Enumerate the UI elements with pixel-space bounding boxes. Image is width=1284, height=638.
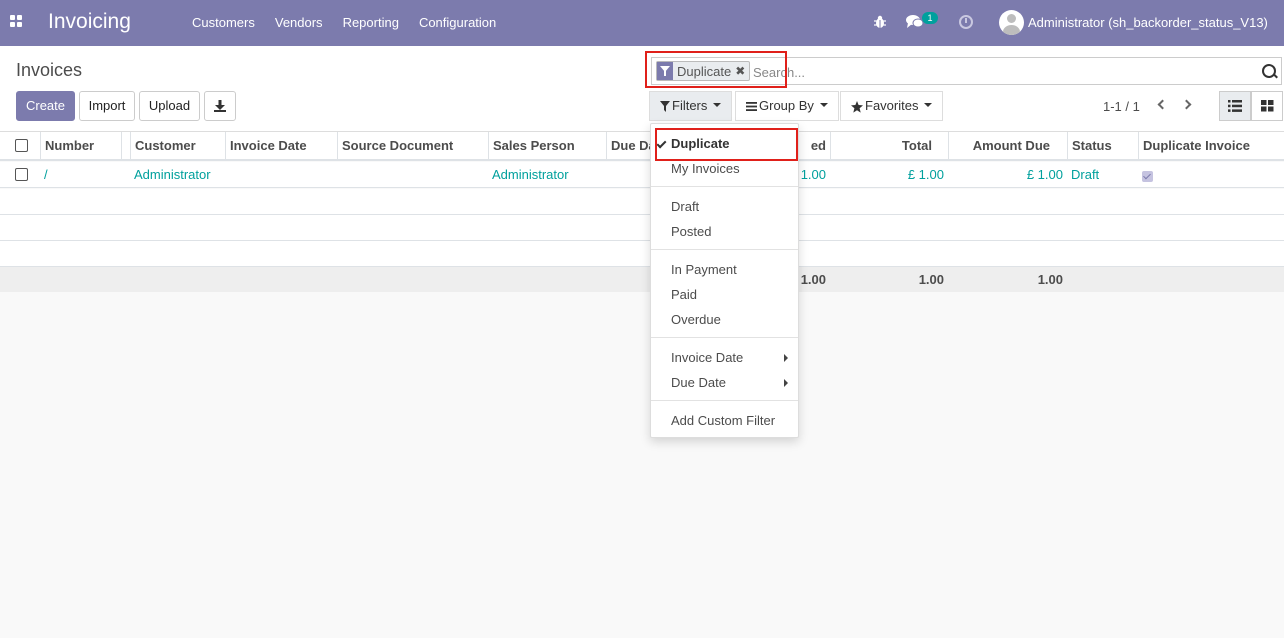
filters-label: Filters [672, 98, 708, 113]
column-duplicate-invoice[interactable]: Duplicate Invoice [1138, 132, 1284, 160]
empty-row [0, 215, 1284, 241]
favorites-button[interactable]: Favorites [840, 91, 944, 121]
filter-paid[interactable]: Paid [651, 282, 798, 307]
menu-vendors[interactable]: Vendors [265, 0, 333, 46]
pager-value[interactable]: 1-1 / 1 [1103, 99, 1140, 114]
list-view-icon [1228, 100, 1242, 112]
filter-due-date[interactable]: Due Date [651, 370, 798, 395]
main-menu: Customers Vendors Reporting Configuratio… [182, 0, 506, 46]
pager-next-button[interactable] [1181, 98, 1197, 114]
menu-customers[interactable]: Customers [182, 0, 265, 46]
table-header: Number Customer Invoice Date Source Docu… [0, 132, 1284, 161]
cell-status: Draft [1071, 167, 1100, 182]
footer-amount-due: 1.00 [1037, 272, 1063, 287]
filter-posted[interactable]: Posted [651, 219, 798, 244]
cell-customer[interactable]: Administrator [130, 162, 215, 188]
column-status[interactable]: Status [1067, 132, 1139, 160]
dropdown-divider [651, 337, 798, 338]
groupby-button[interactable]: Group By [735, 91, 839, 121]
filter-duplicate[interactable]: Duplicate [651, 131, 798, 156]
dropdown-divider [651, 186, 798, 187]
facet-label: Duplicate [677, 63, 732, 79]
download-button[interactable] [204, 91, 236, 121]
apps-menu-icon[interactable] [10, 15, 24, 29]
row-select-checkbox[interactable] [15, 168, 28, 181]
filter-label: Due Date [671, 375, 726, 390]
favorites-label: Favorites [865, 98, 919, 113]
search-icon[interactable] [1262, 64, 1276, 78]
duplicate-checkbox [1142, 171, 1153, 182]
pager-previous-button[interactable] [1153, 98, 1169, 114]
kanban-view-button[interactable] [1251, 91, 1283, 121]
filter-my-invoices[interactable]: My Invoices [651, 156, 798, 181]
filter-icon [657, 62, 673, 80]
filter-overdue[interactable]: Overdue [651, 307, 798, 332]
dropdown-divider [651, 400, 798, 401]
facet-remove-icon[interactable]: ✖ [735, 64, 749, 78]
column-invoice-date[interactable]: Invoice Date [225, 132, 337, 160]
chevron-left-icon [1157, 99, 1168, 110]
checkmark-icon [656, 138, 667, 149]
top-navbar: Invoicing Customers Vendors Reporting Co… [0, 0, 1284, 46]
upload-button[interactable]: Upload [139, 91, 200, 121]
breadcrumb: Invoices [16, 60, 83, 80]
filter-in-payment[interactable]: In Payment [651, 257, 798, 282]
user-menu[interactable]: Administrator (sh_backorder_status_V13) [1028, 15, 1268, 30]
footer-total: 1.00 [918, 272, 944, 287]
filter-label: Duplicate [671, 136, 730, 151]
filter-icon [660, 101, 670, 113]
column-due-date[interactable]: Due Da [606, 132, 650, 160]
chevron-right-icon [1181, 99, 1192, 110]
column-total[interactable]: Total [830, 132, 936, 160]
search-input[interactable] [753, 62, 1253, 82]
menu-configuration[interactable]: Configuration [409, 0, 506, 46]
chevron-down-icon [924, 102, 933, 107]
cell-number[interactable]: / [40, 162, 52, 188]
dropdown-divider [651, 249, 798, 250]
filters-button[interactable]: Filters [649, 91, 733, 121]
filter-draft[interactable]: Draft [651, 194, 798, 219]
add-custom-filter[interactable]: Add Custom Filter [651, 408, 798, 433]
chat-counter-badge: 1 [922, 12, 938, 24]
star-icon [851, 100, 863, 113]
column-sales-person[interactable]: Sales Person [488, 132, 606, 160]
column-amount-due[interactable]: Amount Due [948, 132, 1054, 160]
search-bar: Duplicate ✖ [651, 57, 1282, 85]
column-source-document[interactable]: Source Document [337, 132, 488, 160]
app-title: Invoicing [48, 10, 131, 33]
column-customer[interactable]: Customer [130, 132, 225, 160]
chevron-down-icon [819, 102, 828, 107]
groupby-label: Group By [759, 98, 814, 113]
user-avatar[interactable] [999, 10, 1024, 35]
download-icon [214, 100, 226, 112]
import-button[interactable]: Import [79, 91, 135, 121]
search-facet-duplicate: Duplicate ✖ [656, 61, 751, 81]
filter-label: Invoice Date [671, 350, 744, 365]
caret-right-icon [784, 379, 788, 387]
table-footer-totals: 1.00 1.00 1.00 [0, 267, 1284, 292]
chevron-down-icon [713, 102, 722, 107]
cell-sales-person[interactable]: Administrator [488, 162, 573, 188]
empty-row [0, 189, 1284, 215]
kanban-view-icon [1261, 100, 1274, 112]
select-all-checkbox[interactable] [15, 139, 28, 152]
cell-total: £ 1.00 [907, 167, 944, 182]
column-number[interactable]: Number [40, 132, 121, 160]
activity-clock-icon[interactable] [959, 15, 973, 29]
caret-right-icon [784, 354, 788, 362]
cell-amount-due: £ 1.00 [1026, 167, 1063, 182]
empty-row [0, 241, 1284, 267]
table-row[interactable]: / Administrator Administrator 1.00 £ 1.0… [0, 162, 1284, 188]
menu-reporting[interactable]: Reporting [333, 0, 409, 46]
filter-invoice-date[interactable]: Invoice Date [651, 345, 798, 370]
control-panel: Invoices Create Import Upload Duplicate … [0, 46, 1284, 132]
debug-bug-icon[interactable] [874, 15, 886, 28]
list-view-button[interactable] [1219, 91, 1251, 121]
create-button[interactable]: Create [16, 91, 75, 121]
filters-dropdown-menu: Duplicate My Invoices Draft Posted In Pa… [650, 123, 799, 438]
list-icon [746, 102, 757, 112]
